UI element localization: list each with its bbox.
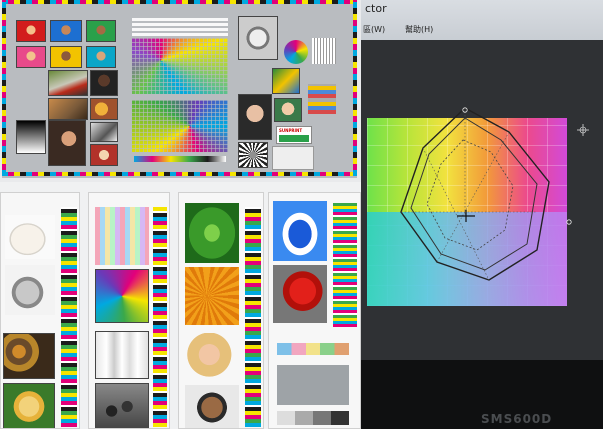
photo-pastel-stripes (95, 207, 149, 265)
photo-row2-a (16, 46, 46, 68)
photo-radial-target (238, 142, 268, 168)
grid-patch-small (312, 38, 336, 64)
cmyk-border-bottom (2, 172, 357, 176)
photo-row2-c (86, 46, 116, 68)
monitor-brand: SMS600D (481, 412, 553, 426)
print-test-sheets-photo: SUNPRINT (0, 0, 361, 429)
photo-red-portrait (16, 20, 46, 42)
photo-green-portrait (86, 20, 116, 42)
photo-egg (5, 215, 55, 259)
bottom-test-sheets (0, 182, 361, 429)
axis-line-4 (436, 131, 510, 263)
photo-cakes (90, 144, 118, 166)
photo-gray-steps (16, 120, 46, 154)
photo-blue-dome (273, 201, 327, 261)
photo-parrots (272, 68, 300, 94)
monitor-bezel: SMS600D (361, 360, 603, 429)
patch-grid-lower (132, 100, 228, 152)
photo-chess (95, 383, 149, 428)
photo-rose (3, 383, 55, 428)
sheet-santorini (268, 192, 361, 429)
gray-panel (277, 365, 349, 405)
photo-wine-glasses (95, 331, 149, 379)
photo-row2-b (50, 46, 82, 68)
photo-orange-flower (185, 267, 239, 325)
color-strip-2 (153, 207, 167, 427)
gray-swatch-block (272, 146, 314, 170)
patch-header-labels (132, 16, 228, 36)
photo-blue-portrait (50, 20, 82, 42)
sheet-stripes (88, 192, 170, 429)
photo-spices (3, 333, 55, 379)
photo-color-shapes (95, 269, 149, 323)
patch-grid-upper (132, 38, 228, 94)
color-ramp-bar (134, 156, 226, 162)
photo-mixer (5, 265, 55, 315)
monitor-photo: ctor 區(W) 幫助(H) SMS600D (361, 0, 603, 429)
crosshair-icon[interactable] (577, 124, 589, 136)
photo-red-scooter (273, 265, 327, 323)
sheet-egg (0, 192, 80, 429)
axis-line-3 (422, 147, 490, 281)
right-handle[interactable] (566, 219, 572, 225)
gray-ramp (308, 84, 336, 114)
cmyk-border-top (2, 0, 357, 4)
photo-tractor (48, 70, 88, 96)
photo-green-leaf (185, 203, 239, 263)
photo-man (90, 70, 118, 96)
photo-fruit (90, 98, 118, 120)
color-strip-3 (245, 207, 261, 427)
color-strip-1 (61, 207, 77, 427)
photo-model-portrait (238, 94, 272, 140)
sunprint-logo: SUNPRINT (276, 126, 312, 144)
swatch-row (277, 343, 349, 355)
photo-woman (48, 120, 86, 166)
photo-boy (185, 385, 239, 428)
cmyk-border-right (353, 0, 357, 176)
sunprint-logo-text: SUNPRINT (279, 128, 303, 133)
photo-shoes (90, 122, 118, 142)
sheet-leaf (178, 192, 264, 429)
color-strip-4 (333, 203, 357, 327)
gray-step-row (277, 411, 349, 425)
photo-baby (274, 98, 302, 122)
gamut-outline-dotted (426, 139, 514, 251)
photo-dog (48, 98, 88, 120)
photo-watch (238, 16, 278, 60)
top-test-sheet: SUNPRINT (2, 0, 357, 178)
photo-blonde-woman (185, 333, 239, 381)
gamut-outlines (400, 107, 589, 281)
cmyk-border-left (2, 0, 6, 176)
photo-color-wheel (284, 40, 308, 64)
